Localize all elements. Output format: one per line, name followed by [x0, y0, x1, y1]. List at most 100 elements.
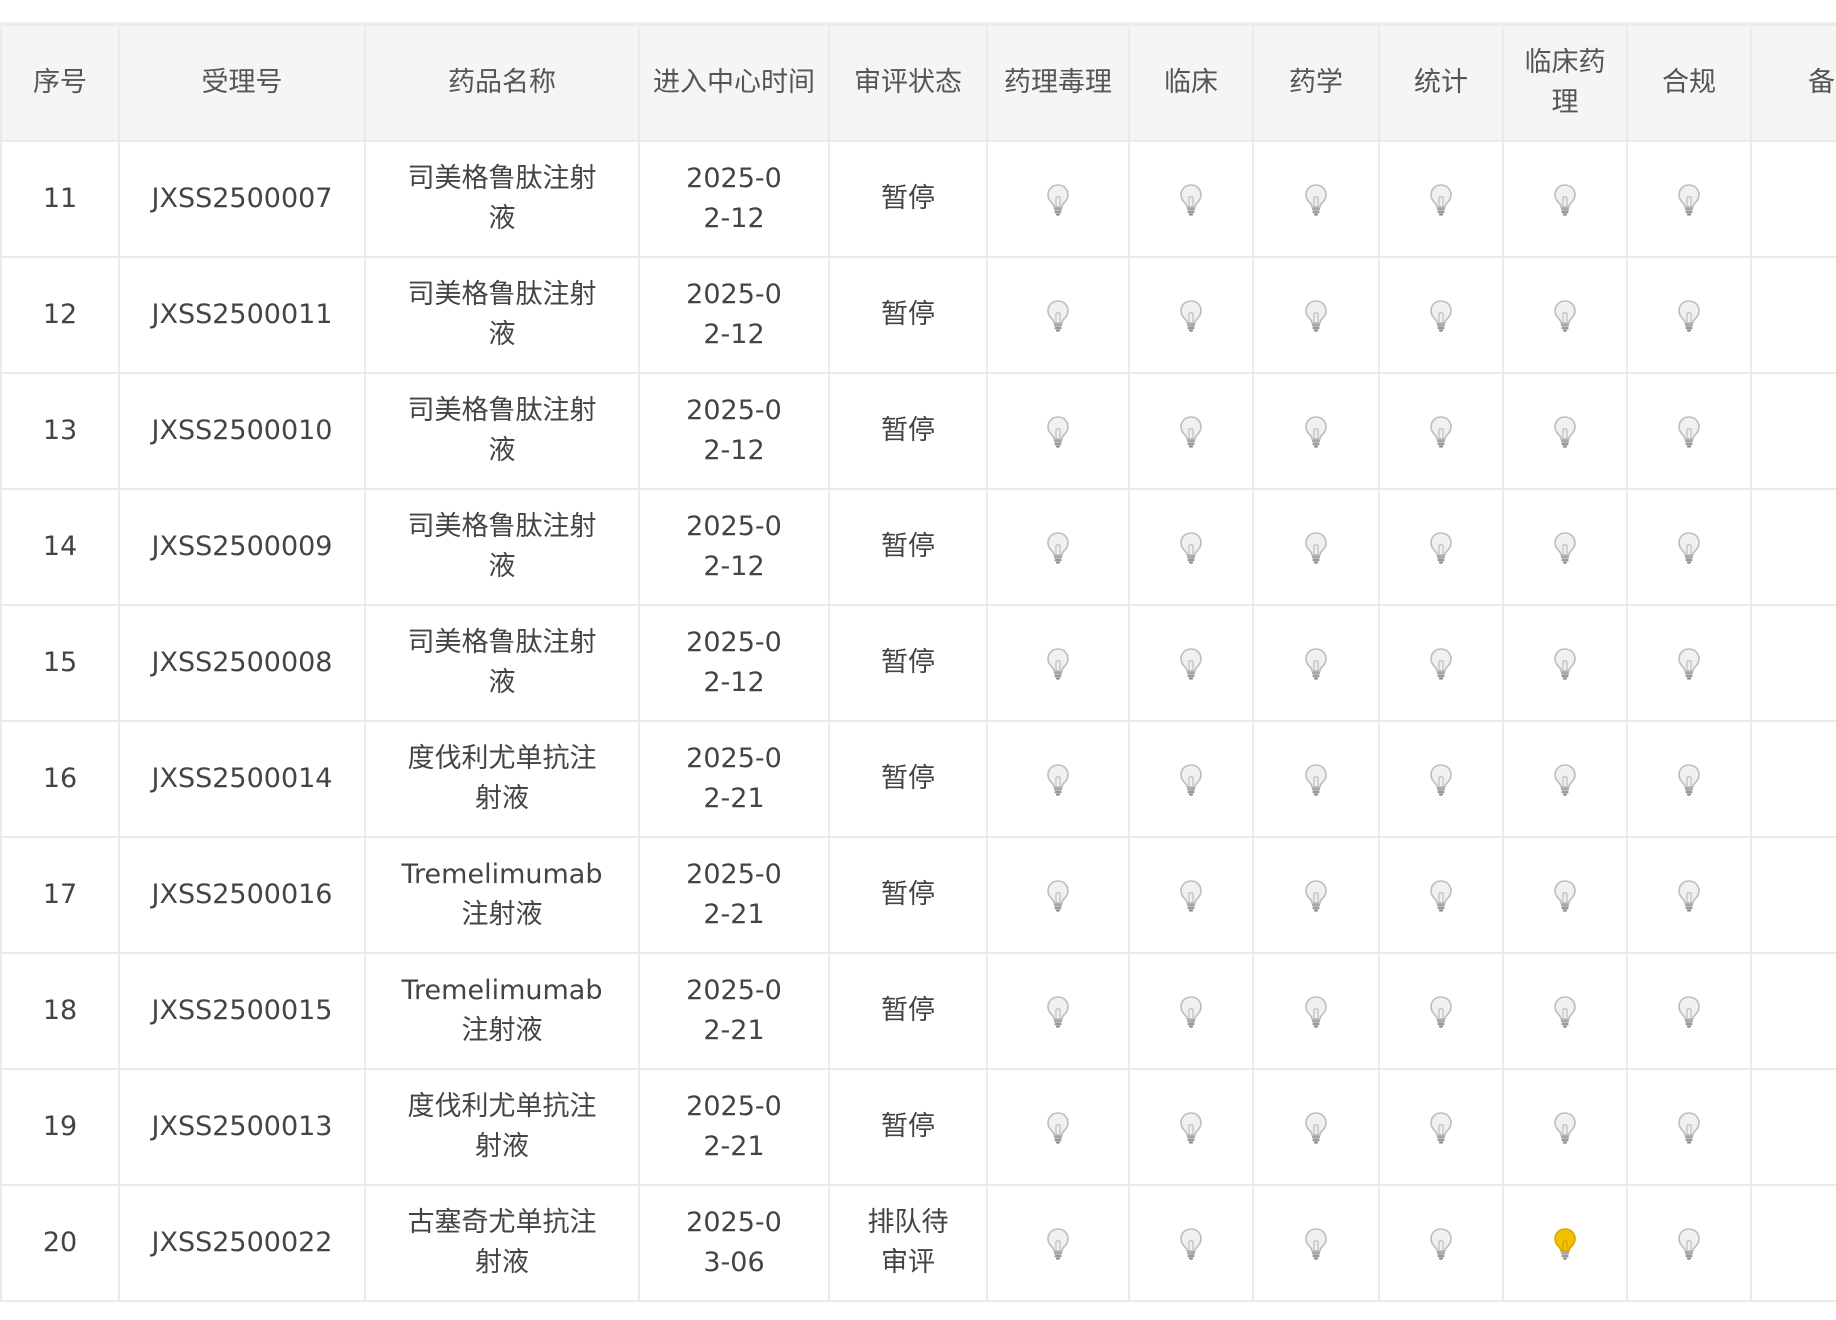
lightbulb-off-icon[interactable]: [1046, 647, 1070, 681]
lightbulb-off-icon[interactable]: [1304, 531, 1328, 565]
lightbulb-off-icon[interactable]: [1179, 1111, 1203, 1145]
cell-accept-no: JXSS2500007: [118, 140, 366, 258]
cell-pharm-tox: [986, 1184, 1130, 1302]
header-row: 序号 受理号 药品名称 进入中心时间 审评状态 药理毒理 临床 药学 统计 临床…: [0, 24, 1836, 142]
lightbulb-off-icon[interactable]: [1677, 1111, 1701, 1145]
lightbulb-off-icon[interactable]: [1179, 879, 1203, 913]
cell-drug-name: 司美格鲁肽注射液: [364, 256, 640, 374]
lightbulb-on-icon[interactable]: [1553, 1227, 1577, 1261]
lightbulb-off-icon[interactable]: [1046, 1111, 1070, 1145]
cell-remarks: [1750, 140, 1836, 258]
header-clinical[interactable]: 临床: [1128, 24, 1254, 142]
lightbulb-off-icon[interactable]: [1429, 415, 1453, 449]
lightbulb-off-icon[interactable]: [1179, 299, 1203, 333]
lightbulb-off-icon[interactable]: [1179, 647, 1203, 681]
lightbulb-off-icon[interactable]: [1553, 763, 1577, 797]
lightbulb-off-icon[interactable]: [1429, 299, 1453, 333]
lightbulb-off-icon[interactable]: [1553, 415, 1577, 449]
lightbulb-off-icon[interactable]: [1046, 1227, 1070, 1261]
lightbulb-off-icon[interactable]: [1179, 183, 1203, 217]
lightbulb-off-icon[interactable]: [1553, 647, 1577, 681]
lightbulb-off-icon[interactable]: [1677, 1227, 1701, 1261]
cell-drug-name: 古塞奇尤单抗注射液: [364, 1184, 640, 1302]
lightbulb-off-icon[interactable]: [1429, 531, 1453, 565]
header-pharmacy[interactable]: 药学: [1252, 24, 1380, 142]
table-row[interactable]: 14 JXSS2500009 司美格鲁肽注射液 2025-02-12 暂停: [0, 488, 1836, 606]
lightbulb-off-icon[interactable]: [1553, 183, 1577, 217]
lightbulb-off-icon[interactable]: [1304, 647, 1328, 681]
cell-pharmacy: [1252, 836, 1380, 954]
cell-index: 19: [0, 1068, 120, 1186]
lightbulb-off-icon[interactable]: [1429, 1227, 1453, 1261]
lightbulb-off-icon[interactable]: [1046, 183, 1070, 217]
lightbulb-off-icon[interactable]: [1046, 299, 1070, 333]
lightbulb-off-icon[interactable]: [1677, 299, 1701, 333]
table-row[interactable]: 20 JXSS2500022 古塞奇尤单抗注射液 2025-03-06 排队待审评: [0, 1184, 1836, 1302]
lightbulb-off-icon[interactable]: [1046, 531, 1070, 565]
cell-clin-pharm: [1502, 720, 1628, 838]
lightbulb-off-icon[interactable]: [1553, 879, 1577, 913]
lightbulb-off-icon[interactable]: [1677, 415, 1701, 449]
cell-status: 暂停: [828, 952, 988, 1070]
lightbulb-off-icon[interactable]: [1046, 995, 1070, 1029]
table-row[interactable]: 19 JXSS2500013 度伐利尤单抗注射液 2025-02-21 暂停: [0, 1068, 1836, 1186]
lightbulb-off-icon[interactable]: [1046, 415, 1070, 449]
lightbulb-off-icon[interactable]: [1553, 299, 1577, 333]
lightbulb-off-icon[interactable]: [1304, 299, 1328, 333]
table-row[interactable]: 11 JXSS2500007 司美格鲁肽注射液 2025-02-12 暂停: [0, 140, 1836, 258]
header-drug-name[interactable]: 药品名称: [364, 24, 640, 142]
table-row[interactable]: 15 JXSS2500008 司美格鲁肽注射液 2025-02-12 暂停: [0, 604, 1836, 722]
lightbulb-off-icon[interactable]: [1429, 183, 1453, 217]
review-status-table: 序号 受理号 药品名称 进入中心时间 审评状态 药理毒理 临床 药学 统计 临床…: [0, 24, 1836, 1302]
lightbulb-off-icon[interactable]: [1179, 531, 1203, 565]
lightbulb-off-icon[interactable]: [1304, 183, 1328, 217]
lightbulb-off-icon[interactable]: [1429, 1111, 1453, 1145]
cell-accept-no: JXSS2500015: [118, 952, 366, 1070]
header-statistics[interactable]: 统计: [1378, 24, 1504, 142]
header-compliance[interactable]: 合规: [1626, 24, 1752, 142]
lightbulb-off-icon[interactable]: [1677, 647, 1701, 681]
cell-accept-no: JXSS2500013: [118, 1068, 366, 1186]
lightbulb-off-icon[interactable]: [1304, 415, 1328, 449]
lightbulb-off-icon[interactable]: [1304, 1227, 1328, 1261]
lightbulb-off-icon[interactable]: [1179, 763, 1203, 797]
lightbulb-off-icon[interactable]: [1677, 183, 1701, 217]
lightbulb-off-icon[interactable]: [1304, 879, 1328, 913]
header-clin-pharm[interactable]: 临床药理: [1502, 24, 1628, 142]
lightbulb-off-icon[interactable]: [1553, 531, 1577, 565]
lightbulb-off-icon[interactable]: [1429, 879, 1453, 913]
lightbulb-off-icon[interactable]: [1179, 415, 1203, 449]
lightbulb-off-icon[interactable]: [1553, 1111, 1577, 1145]
lightbulb-off-icon[interactable]: [1677, 879, 1701, 913]
lightbulb-off-icon[interactable]: [1304, 995, 1328, 1029]
lightbulb-off-icon[interactable]: [1304, 1111, 1328, 1145]
lightbulb-off-icon[interactable]: [1429, 763, 1453, 797]
page: 序号 受理号 药品名称 进入中心时间 审评状态 药理毒理 临床 药学 统计 临床…: [0, 0, 1836, 1320]
lightbulb-off-icon[interactable]: [1179, 1227, 1203, 1261]
lightbulb-off-icon[interactable]: [1429, 995, 1453, 1029]
cell-accept-no: JXSS2500010: [118, 372, 366, 490]
cell-compliance: [1626, 720, 1752, 838]
table-row[interactable]: 16 JXSS2500014 度伐利尤单抗注射液 2025-02-21 暂停: [0, 720, 1836, 838]
table-row[interactable]: 17 JXSS2500016 Tremelimumab 注射液 2025-02-21 暂…: [0, 836, 1836, 954]
table-row[interactable]: 13 JXSS2500010 司美格鲁肽注射液 2025-02-12 暂停: [0, 372, 1836, 490]
cell-clinical: [1128, 1184, 1254, 1302]
lightbulb-off-icon[interactable]: [1677, 995, 1701, 1029]
lightbulb-off-icon[interactable]: [1046, 763, 1070, 797]
lightbulb-off-icon[interactable]: [1677, 531, 1701, 565]
header-accept-no[interactable]: 受理号: [118, 24, 366, 142]
lightbulb-off-icon[interactable]: [1553, 995, 1577, 1029]
table-row[interactable]: 12 JXSS2500011 司美格鲁肽注射液 2025-02-12 暂停: [0, 256, 1836, 374]
lightbulb-off-icon[interactable]: [1304, 763, 1328, 797]
header-remarks[interactable]: 备注: [1750, 24, 1836, 142]
lightbulb-off-icon[interactable]: [1429, 647, 1453, 681]
header-index[interactable]: 序号: [0, 24, 120, 142]
lightbulb-off-icon[interactable]: [1046, 879, 1070, 913]
table-row[interactable]: 18 JXSS2500015 Tremelimumab 注射液 2025-02-21 暂…: [0, 952, 1836, 1070]
header-status[interactable]: 审评状态: [828, 24, 988, 142]
lightbulb-off-icon[interactable]: [1677, 763, 1701, 797]
lightbulb-off-icon[interactable]: [1179, 995, 1203, 1029]
header-pharm-tox[interactable]: 药理毒理: [986, 24, 1130, 142]
cell-remarks: [1750, 256, 1836, 374]
header-enter-time[interactable]: 进入中心时间: [638, 24, 830, 142]
